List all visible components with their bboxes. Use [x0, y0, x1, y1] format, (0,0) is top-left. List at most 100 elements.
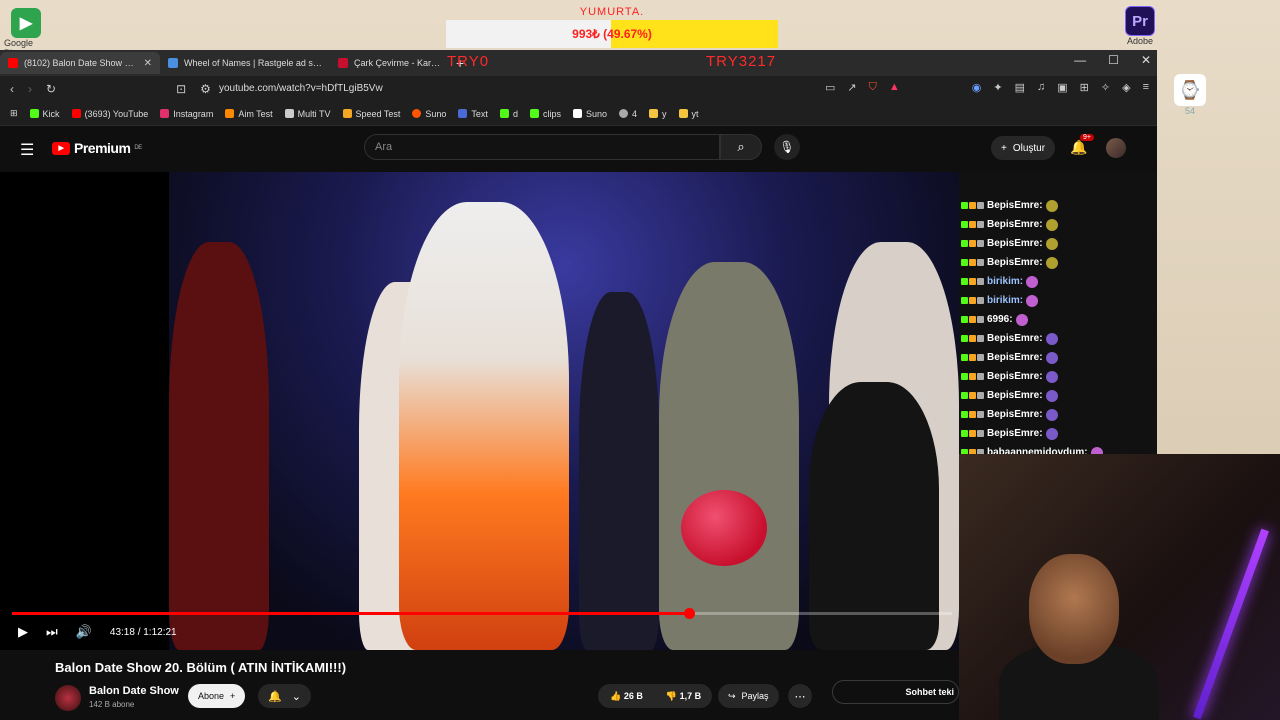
search-icon[interactable]: ⌕: [720, 134, 762, 160]
chat-username[interactable]: birikim:: [987, 295, 1023, 306]
bookmark-item[interactable]: (3693) YouTube: [71, 109, 148, 119]
chat-username[interactable]: BepisEmre:: [987, 200, 1043, 211]
badge-icon: [969, 240, 976, 247]
bookmark-icon[interactable]: ⊡: [176, 82, 186, 96]
bookmark-item[interactable]: Kick: [29, 109, 60, 119]
plus-icon: +: [1001, 142, 1007, 154]
chat-username[interactable]: BepisEmre:: [987, 333, 1043, 344]
chat-username[interactable]: 6996:: [987, 314, 1013, 325]
media-icon[interactable]: ♫: [1037, 81, 1045, 94]
menu-icon[interactable]: ≡: [1143, 81, 1149, 94]
progress-bar[interactable]: [12, 608, 952, 619]
video-player[interactable]: ▶ ⏭ 🔊 43:18 / 1:12:21: [0, 172, 959, 650]
microphone-icon[interactable]: 🎙: [774, 134, 800, 160]
channel-name[interactable]: Balon Date Show: [89, 685, 179, 697]
badge-icon: [961, 373, 968, 380]
sidebar-icon[interactable]: ▤: [1015, 81, 1025, 94]
more-options-icon[interactable]: ⋯: [788, 684, 812, 708]
bookmark-item[interactable]: Text: [458, 109, 488, 119]
badge-icon: [977, 202, 984, 209]
chat-username[interactable]: birikim:: [987, 276, 1023, 287]
chat-username[interactable]: BepisEmre:: [987, 409, 1043, 420]
screenshot-icon[interactable]: ⊞: [1080, 81, 1089, 94]
bookmark-item[interactable]: Aim Test: [225, 109, 273, 119]
dislike-button[interactable]: 👎 1,7 B: [655, 691, 712, 702]
chat-toggle-button[interactable]: Sohbet teki: [832, 680, 959, 704]
webcam-overlay: [959, 454, 1280, 720]
bookmark-folder[interactable]: yt: [678, 109, 699, 119]
adobe-premiere-shortcut[interactable]: Pr Adobe: [1122, 6, 1158, 46]
player-controls: ▶ ⏭ 🔊 43:18 / 1:12:21: [18, 624, 177, 640]
tab-cark-cevirme[interactable]: Çark Çevirme - Karar Çarkı: [330, 52, 450, 74]
badge-icon: [969, 373, 976, 380]
bookmark-item[interactable]: 4: [619, 109, 637, 119]
like-button[interactable]: 👍 26 B: [598, 691, 655, 702]
badge-icon: [969, 354, 976, 361]
tab-wheel-of-names[interactable]: Wheel of Names | Rastgele ad seçici: [160, 52, 330, 74]
badge-icon: [969, 278, 976, 285]
wallet-icon[interactable]: ▣: [1057, 81, 1067, 94]
watch-shortcut[interactable]: ⌚ 54: [1172, 74, 1208, 116]
bookmark-item[interactable]: Suno: [572, 109, 607, 119]
apps-grid-icon[interactable]: ⊞: [10, 108, 18, 119]
progress-scrubber[interactable]: [683, 608, 695, 619]
chat-username[interactable]: BepisEmre:: [987, 371, 1043, 382]
badge-icon: [969, 335, 976, 342]
bookmark-item[interactable]: Multi TV: [284, 109, 331, 119]
share-button[interactable]: ↪ Paylaş: [718, 684, 779, 708]
bookmark-item[interactable]: d: [499, 109, 518, 119]
maximize-icon[interactable]: ☐: [1108, 53, 1119, 67]
chat-username[interactable]: BepisEmre:: [987, 390, 1043, 401]
volume-icon[interactable]: 🔊: [76, 624, 92, 640]
badge-icon: [961, 354, 968, 361]
bookmark-item[interactable]: Instagram: [160, 109, 213, 119]
badge-icon: [969, 297, 976, 304]
bookmark-item[interactable]: Suno: [412, 109, 446, 119]
bookmark-item[interactable]: Speed Test: [342, 109, 400, 119]
bookmark-favicon: [619, 109, 628, 118]
bookmark-item[interactable]: clips: [529, 109, 561, 119]
chat-username[interactable]: BepisEmre:: [987, 238, 1043, 249]
create-button[interactable]: + Oluştur: [991, 136, 1056, 160]
youtube-header: ☰ ▶ Premium DE Ara ⌕ 🎙 + Oluştur 🔔 9+: [0, 126, 1157, 172]
window-controls: — ☐ ✕: [1074, 53, 1151, 67]
avatar[interactable]: [1106, 138, 1126, 158]
chat-username[interactable]: BepisEmre:: [987, 219, 1043, 230]
youtube-premium-logo[interactable]: ▶ Premium DE: [52, 140, 142, 156]
premiere-icon: Pr: [1125, 6, 1155, 36]
back-icon[interactable]: ‹: [10, 82, 14, 96]
tab-youtube[interactable]: (8102) Balon Date Show 20. Bölüm ✕: [0, 52, 160, 74]
vpn-icon[interactable]: ✧: [1101, 81, 1110, 94]
menu-hamburger-icon[interactable]: ☰: [20, 140, 34, 160]
audio-icon[interactable]: ◉: [972, 81, 982, 94]
chat-message: BepisEmre:: [959, 253, 1119, 272]
next-icon[interactable]: ⏭: [46, 624, 58, 640]
chat-username[interactable]: BepisEmre:: [987, 428, 1043, 439]
chat-username[interactable]: BepisEmre:: [987, 257, 1043, 268]
brave-shield-icon[interactable]: ⛉: [869, 81, 877, 94]
play-icon[interactable]: ▶: [18, 624, 28, 640]
extensions-icon[interactable]: ✦: [993, 81, 1002, 94]
tab-label: (8102) Balon Date Show 20. Bölüm: [24, 58, 138, 68]
close-tab-icon[interactable]: ✕: [144, 58, 152, 69]
bookmark-folder[interactable]: y: [649, 109, 667, 119]
forward-icon[interactable]: ›: [28, 82, 32, 96]
notification-settings-button[interactable]: 🔔 ⌄: [258, 684, 311, 708]
search-input[interactable]: Ara: [364, 134, 720, 160]
notifications-bell-icon[interactable]: 🔔: [1070, 139, 1087, 156]
url-field[interactable]: youtube.com/watch?v=hDfTLgiB5Vw: [219, 83, 383, 94]
video-frame[interactable]: [169, 172, 959, 650]
minimize-icon[interactable]: —: [1074, 53, 1086, 67]
bookmark-favicon: [29, 109, 39, 118]
share-icon[interactable]: ↗: [847, 81, 856, 94]
subscribe-button[interactable]: Abone +: [188, 684, 246, 708]
chat-badges: [961, 202, 984, 209]
channel-avatar[interactable]: [55, 685, 81, 711]
brave-rewards-icon[interactable]: ▲: [889, 81, 900, 94]
reload-icon[interactable]: ↻: [46, 82, 56, 96]
close-window-icon[interactable]: ✕: [1141, 53, 1151, 67]
cast-icon[interactable]: ▭: [825, 81, 835, 94]
site-info-icon[interactable]: ⚙: [200, 82, 211, 96]
chat-username[interactable]: BepisEmre:: [987, 352, 1043, 363]
shield-icon[interactable]: ◈: [1122, 81, 1130, 94]
